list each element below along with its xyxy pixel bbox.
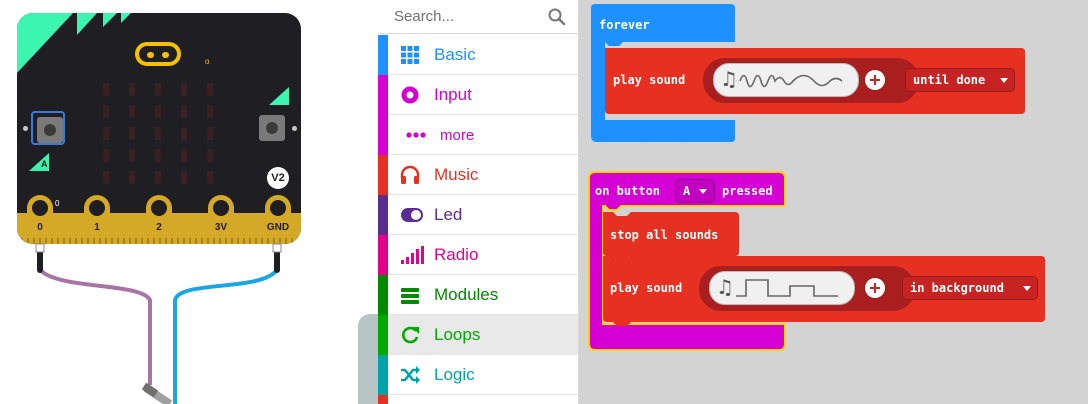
category-color-bar bbox=[378, 315, 388, 355]
svg-text:♫: ♫ bbox=[716, 275, 734, 299]
category-color-bar bbox=[378, 115, 388, 155]
add-parameter-icon[interactable] bbox=[865, 278, 885, 298]
search-input[interactable] bbox=[394, 7, 544, 25]
refresh-icon bbox=[402, 326, 419, 344]
category-label: more bbox=[440, 127, 475, 144]
category-modules[interactable]: Modules bbox=[378, 275, 578, 315]
pressed-label: pressed bbox=[722, 184, 773, 198]
toggle-icon bbox=[401, 208, 423, 222]
sound-expression-picker-2[interactable]: ♫ bbox=[709, 271, 855, 305]
category-color-bar bbox=[378, 155, 388, 195]
square-waveform-icon: ♫ bbox=[716, 275, 838, 299]
category-label: Led bbox=[434, 205, 463, 224]
category-led[interactable]: Led bbox=[378, 195, 578, 235]
category-input-more[interactable]: more bbox=[378, 115, 578, 155]
background-mode-dropdown[interactable]: in background bbox=[902, 276, 1038, 300]
grid-icon bbox=[401, 46, 419, 64]
play-sound-label-2: play sound bbox=[610, 281, 683, 295]
category-color-bar bbox=[378, 35, 388, 75]
search-icon[interactable] bbox=[547, 7, 567, 27]
category-basic[interactable]: Basic bbox=[378, 35, 578, 75]
dropdown-value: in background bbox=[910, 281, 1004, 295]
category-label: Music bbox=[434, 165, 479, 184]
category-logic[interactable]: Logic bbox=[378, 355, 578, 395]
headphone-wires bbox=[35, 243, 282, 404]
category-radio[interactable]: Radio bbox=[378, 235, 578, 275]
stop-all-sounds-label: stop all sounds bbox=[610, 228, 719, 242]
shuffle-icon bbox=[401, 366, 420, 384]
category-input[interactable]: Input bbox=[378, 75, 578, 115]
category-color-bar bbox=[378, 235, 388, 275]
simulator-panel: o A B V2 0 0 1 2 3V GND bbox=[0, 0, 378, 404]
category-color-bar bbox=[378, 195, 388, 235]
category-color-bar bbox=[378, 75, 388, 115]
signal-bars-icon bbox=[401, 246, 424, 264]
circle-dot-icon bbox=[401, 86, 419, 104]
category-label: Loops bbox=[434, 325, 481, 344]
chevron-down-icon bbox=[699, 189, 707, 194]
category-label: Input bbox=[434, 85, 472, 104]
category-label: Radio bbox=[434, 245, 479, 264]
headphones-icon bbox=[400, 165, 420, 184]
category-color-bar bbox=[378, 275, 388, 315]
category-label: Basic bbox=[434, 45, 476, 64]
category-label: Logic bbox=[434, 365, 475, 384]
more-dots-icon bbox=[406, 132, 426, 138]
category-label: Modules bbox=[434, 285, 499, 304]
on-button-block-shape[interactable] bbox=[579, 0, 1088, 404]
button-selector-dropdown[interactable]: A bbox=[675, 179, 715, 203]
category-next-partial bbox=[378, 395, 578, 404]
stack-icon bbox=[401, 288, 419, 304]
on-button-label: on button bbox=[595, 184, 661, 198]
toolbox: Basic Input more Music Led bbox=[378, 0, 579, 404]
dropdown-value: A bbox=[683, 184, 691, 198]
category-music[interactable]: Music bbox=[378, 155, 578, 195]
search-bar bbox=[378, 0, 578, 34]
chevron-down-icon bbox=[1023, 286, 1031, 291]
blocks-workspace[interactable]: forever play sound ♫ until done on butto… bbox=[579, 0, 1088, 404]
category-color-bar bbox=[378, 355, 388, 395]
category-loops[interactable]: Loops bbox=[378, 315, 578, 355]
